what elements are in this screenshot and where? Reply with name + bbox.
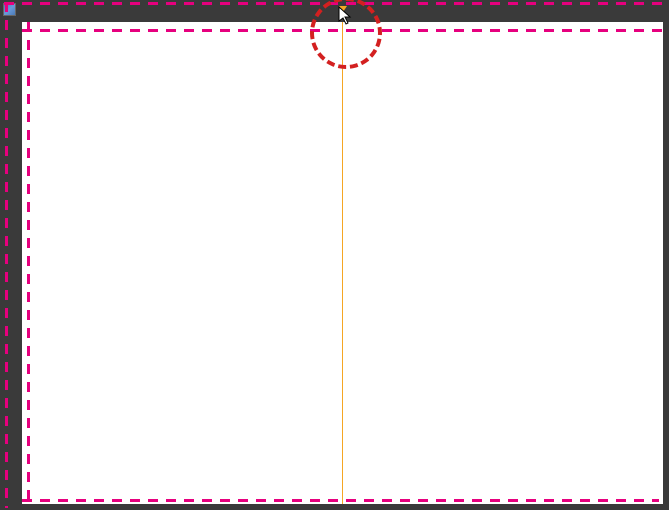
center-vertical-guide[interactable] xyxy=(342,22,343,504)
annotation-highlight-circle xyxy=(310,0,382,69)
vertical-ruler[interactable] xyxy=(0,0,22,510)
margin-guide-left[interactable] xyxy=(27,22,30,504)
document-window xyxy=(0,0,669,510)
margin-guide-bottom[interactable] xyxy=(22,499,659,502)
bleed-guide-left[interactable] xyxy=(5,2,8,508)
